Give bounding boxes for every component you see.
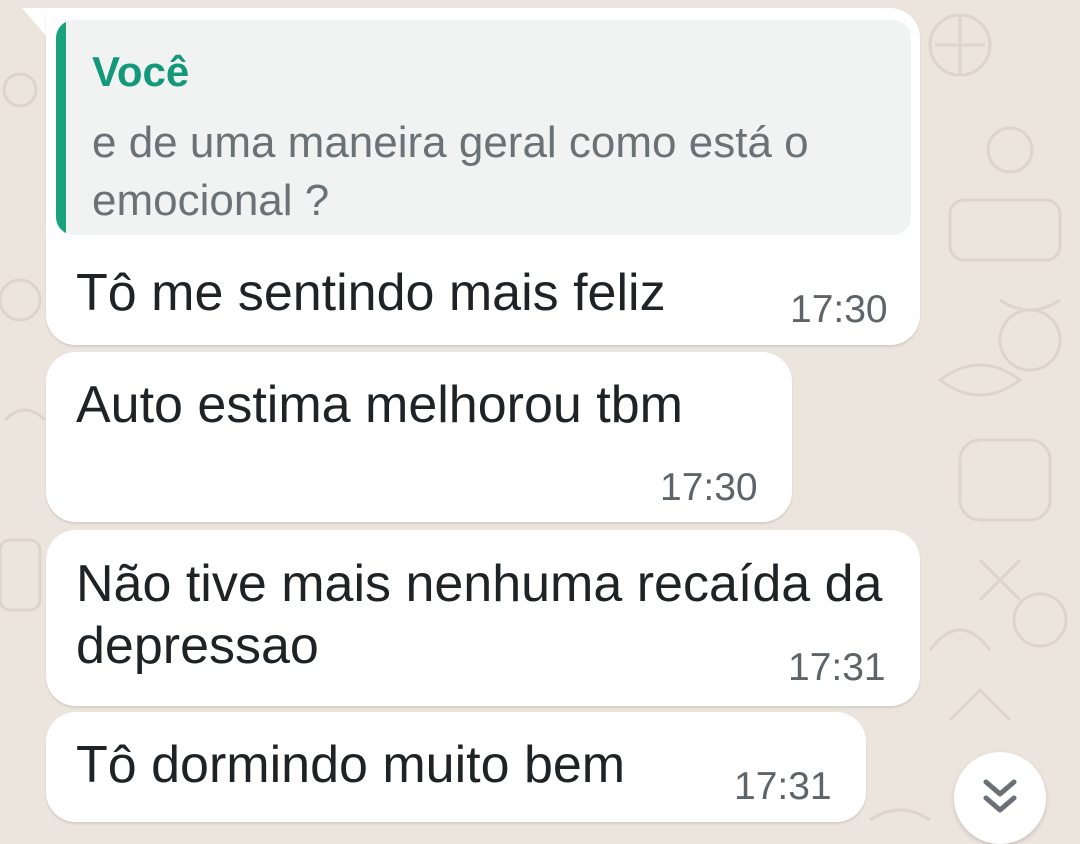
message-time: 17:30 xyxy=(790,288,888,331)
quoted-message[interactable]: Você e de uma maneira geral como está o … xyxy=(56,20,911,235)
message-time: 17:30 xyxy=(660,466,758,509)
message-bubble[interactable]: Auto estima melhorou tbm 17:30 xyxy=(46,352,792,522)
quote-accent-bar xyxy=(56,20,66,235)
message-text: Tô me sentindo mais feliz xyxy=(76,264,666,322)
double-chevron-down-icon xyxy=(983,779,1017,813)
message-bubble[interactable]: Você e de uma maneira geral como está o … xyxy=(46,8,920,345)
message-time: 17:31 xyxy=(734,765,832,808)
message-text: Não tive mais nenhuma recaída da depress… xyxy=(76,555,897,675)
message-text: Auto estima melhorou tbm xyxy=(76,376,683,434)
message-bubble[interactable]: Não tive mais nenhuma recaída da depress… xyxy=(46,530,920,706)
message-text: Tô dormindo muito bem xyxy=(76,736,626,794)
scroll-to-bottom-button[interactable] xyxy=(954,752,1046,844)
message-bubble[interactable]: Tô dormindo muito bem 17:31 xyxy=(46,712,866,822)
bubble-tail xyxy=(22,8,48,38)
quote-text: e de uma maneira geral como está o emoci… xyxy=(92,118,809,225)
quote-author: Você xyxy=(92,48,190,95)
message-time: 17:31 xyxy=(788,646,886,689)
